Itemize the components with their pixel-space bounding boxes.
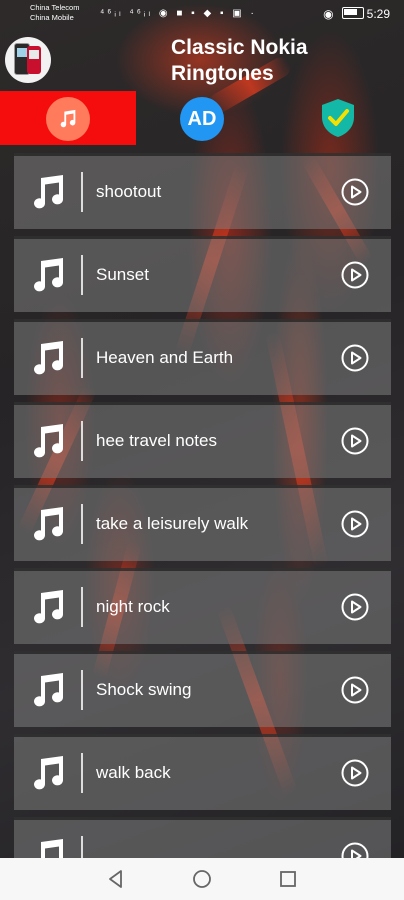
- list-item[interactable]: Sunset: [14, 236, 391, 312]
- divider: [81, 836, 83, 858]
- app-logo: [5, 37, 51, 83]
- app-title-line2: Ringtones: [171, 62, 274, 85]
- play-icon[interactable]: [341, 842, 369, 858]
- home-icon[interactable]: [191, 868, 213, 890]
- divider: [81, 172, 83, 212]
- list-item[interactable]: take a leisurely walk: [14, 485, 391, 561]
- music-note-icon: [34, 590, 64, 624]
- list-item[interactable]: [14, 817, 391, 858]
- ringtone-title: shootout: [96, 182, 162, 201]
- music-note-icon: [34, 756, 64, 790]
- ringtone-list: shootout Sunset Heaven and Earth hee tra…: [0, 145, 404, 858]
- music-note-icon: [34, 341, 64, 375]
- divider: [81, 504, 83, 544]
- back-icon[interactable]: [105, 868, 127, 890]
- tab-ringtones[interactable]: [0, 91, 136, 145]
- music-note-icon: [34, 673, 64, 707]
- status-bar: China Telecom China Mobile ⁴⁶ᵢₗ ⁴⁶ᵢₗ ◉ ■…: [0, 0, 404, 30]
- music-note-icon: [34, 175, 64, 209]
- play-icon[interactable]: [341, 759, 369, 787]
- tab-bar: AD: [0, 91, 404, 145]
- play-icon[interactable]: [341, 178, 369, 206]
- list-item[interactable]: shootout: [14, 153, 391, 229]
- clock: 5:29: [366, 7, 390, 21]
- list-item[interactable]: night rock: [14, 568, 391, 644]
- play-icon[interactable]: [341, 593, 369, 621]
- battery-icon: [341, 7, 364, 19]
- status-right: ◉ 5:29: [323, 7, 390, 21]
- music-note-icon: [46, 97, 90, 141]
- play-icon[interactable]: [341, 261, 369, 289]
- ringtone-title: hee travel notes: [96, 431, 217, 450]
- play-icon[interactable]: [341, 344, 369, 372]
- list-item[interactable]: Shock swing: [14, 651, 391, 727]
- divider: [81, 753, 83, 793]
- list-item[interactable]: walk back: [14, 734, 391, 810]
- music-note-icon: [34, 507, 64, 541]
- system-nav-bar: [0, 858, 404, 900]
- ad-badge: AD: [180, 97, 224, 141]
- music-note-icon: [41, 839, 63, 858]
- list-item[interactable]: Heaven and Earth: [14, 319, 391, 395]
- recents-icon[interactable]: [277, 868, 299, 890]
- list-item[interactable]: hee travel notes: [14, 402, 391, 478]
- play-icon[interactable]: [341, 676, 369, 704]
- ringtone-title: walk back: [96, 763, 171, 782]
- music-note-icon: [34, 258, 64, 292]
- eye-icon: ◉: [323, 7, 334, 21]
- divider: [81, 338, 83, 378]
- divider: [81, 587, 83, 627]
- ringtone-title: take a leisurely walk: [96, 514, 249, 533]
- music-note-icon: [34, 424, 64, 458]
- divider: [81, 670, 83, 710]
- shield-check-icon: [322, 99, 354, 137]
- status-icons: ⁴⁶ᵢₗ ⁴⁶ᵢₗ ◉ ■ ▪ ◆ ▪ ▣ ·: [100, 8, 257, 19]
- app-title: Classic Nokia Ringtones: [171, 35, 371, 87]
- app-title-line1: Classic Nokia: [171, 36, 308, 59]
- ringtone-title: Sunset: [96, 265, 149, 284]
- divider: [81, 421, 83, 461]
- carrier-1: China Telecom: [30, 3, 80, 12]
- play-icon[interactable]: [341, 427, 369, 455]
- ringtone-title: Heaven and Earth: [96, 348, 234, 367]
- tab-security[interactable]: [314, 91, 362, 145]
- ringtone-title: Shock swing: [96, 680, 192, 699]
- ringtone-title: night rock: [96, 597, 170, 616]
- divider: [81, 255, 83, 295]
- carrier-info: China Telecom China Mobile: [30, 3, 79, 23]
- carrier-2: China Mobile: [30, 13, 74, 22]
- play-icon[interactable]: [341, 510, 369, 538]
